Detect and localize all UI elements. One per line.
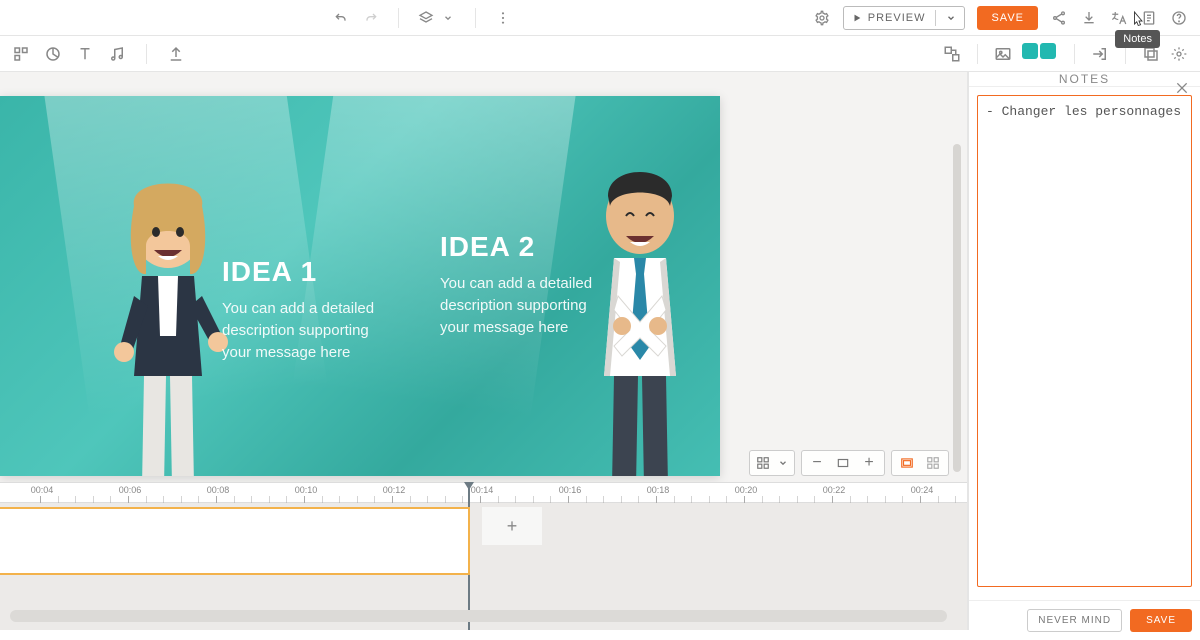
idea1-body: You can add a detailed description suppo… xyxy=(222,298,382,363)
vertical-scrollbar[interactable] xyxy=(953,144,961,472)
notes-panel: NOTES NEVER MIND SAVE xyxy=(968,72,1200,630)
separator xyxy=(146,44,147,64)
canvas-controls: − + xyxy=(749,450,949,476)
text-block-idea2[interactable]: IDEA 2 You can add a detailed descriptio… xyxy=(440,231,600,338)
tooltip-notes: Notes xyxy=(1115,30,1160,48)
canvas-container: IDEA 1 You can add a detailed descriptio… xyxy=(0,96,720,476)
download-icon[interactable] xyxy=(1080,9,1098,27)
separator xyxy=(1074,44,1075,64)
zoom-out-icon[interactable]: − xyxy=(808,454,826,472)
chevron-down-icon[interactable] xyxy=(439,9,457,27)
settings2-icon[interactable] xyxy=(1170,45,1188,63)
notes-body xyxy=(969,87,1200,600)
timeline-clip[interactable] xyxy=(0,507,470,575)
close-icon[interactable] xyxy=(1174,80,1190,96)
idea2-title: IDEA 2 xyxy=(440,231,600,263)
timeline-ruler[interactable]: 00:0400:0600:0800:1000:1200:1400:1600:18… xyxy=(0,483,967,503)
timeline: 00:0400:0600:0800:1000:1200:1400:1600:18… xyxy=(0,482,967,630)
save-button[interactable]: SAVE xyxy=(977,6,1038,30)
translate-icon[interactable] xyxy=(1110,9,1128,27)
view-mode-group xyxy=(891,450,949,476)
editor-stage: IDEA 1 You can add a detailed descriptio… xyxy=(0,72,968,630)
toolbar-right: PREVIEW SAVE Notes xyxy=(813,6,1188,30)
separator xyxy=(977,44,978,64)
layers-icon[interactable] xyxy=(417,9,435,27)
horizontal-scrollbar[interactable] xyxy=(10,610,947,622)
enter-icon[interactable] xyxy=(1091,45,1109,63)
zoom-in-icon[interactable]: + xyxy=(860,454,878,472)
notes-header: NOTES xyxy=(969,72,1200,87)
chart-icon[interactable] xyxy=(44,45,62,63)
notes-textarea[interactable] xyxy=(977,95,1192,587)
notes-save-button[interactable]: SAVE xyxy=(1130,609,1192,632)
text-icon[interactable] xyxy=(76,45,94,63)
image-icon[interactable] xyxy=(994,45,1012,63)
color-swatches[interactable] xyxy=(1022,43,1058,64)
separator xyxy=(398,8,399,28)
share-icon[interactable] xyxy=(1050,9,1068,27)
view-grid-icon[interactable] xyxy=(924,454,942,472)
zoom-fit-icon[interactable] xyxy=(834,454,852,472)
main-area: IDEA 1 You can add a detailed descriptio… xyxy=(0,72,1200,630)
preview-button[interactable]: PREVIEW xyxy=(843,6,966,30)
toolbar-center xyxy=(332,8,512,28)
preview-label: PREVIEW xyxy=(868,12,926,24)
redo-icon[interactable] xyxy=(362,9,380,27)
slide-canvas[interactable]: IDEA 1 You can add a detailed descriptio… xyxy=(0,96,720,476)
music-icon[interactable] xyxy=(108,45,126,63)
grid-dropdown[interactable] xyxy=(749,450,795,476)
top-toolbar: PREVIEW SAVE Notes xyxy=(0,0,1200,36)
text-block-idea1[interactable]: IDEA 1 You can add a detailed descriptio… xyxy=(222,256,382,363)
never-mind-button[interactable]: NEVER MIND xyxy=(1027,609,1122,632)
idea2-body: You can add a detailed description suppo… xyxy=(440,273,600,338)
zoom-group: − + xyxy=(801,450,885,476)
view-single-icon[interactable] xyxy=(898,454,916,472)
group-icon[interactable] xyxy=(943,45,961,63)
select-icon[interactable] xyxy=(12,45,30,63)
upload-icon[interactable] xyxy=(167,45,185,63)
separator xyxy=(475,8,476,28)
more-icon[interactable] xyxy=(494,9,512,27)
add-clip-button[interactable]: + xyxy=(482,507,542,545)
help-icon[interactable] xyxy=(1170,9,1188,27)
mouse-cursor xyxy=(1130,10,1148,32)
character-woman[interactable] xyxy=(98,156,238,476)
gear-icon[interactable] xyxy=(813,9,831,27)
undo-icon[interactable] xyxy=(332,9,350,27)
idea1-title: IDEA 1 xyxy=(222,256,382,288)
notes-title: NOTES xyxy=(1059,72,1110,86)
secondary-toolbar xyxy=(0,36,1200,72)
notes-footer: NEVER MIND SAVE xyxy=(969,600,1200,640)
